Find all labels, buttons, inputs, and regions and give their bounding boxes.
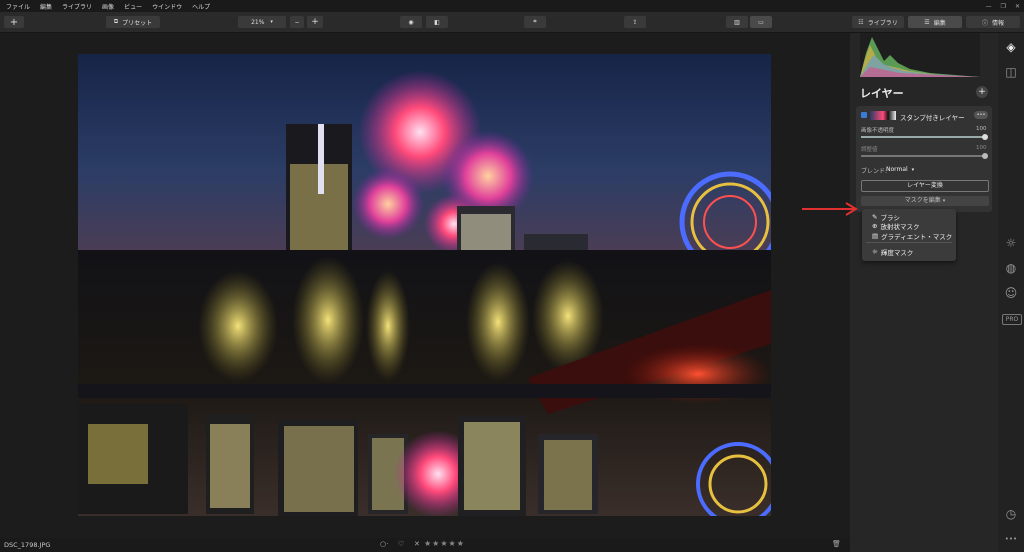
sun-icon: ☼: [872, 248, 878, 256]
menu-item-radial-label: 放射状マスク: [880, 223, 920, 231]
layer-transform-button[interactable]: レイヤー変換: [861, 180, 989, 192]
chevron-down-icon: ▾: [911, 167, 915, 173]
menu-item-luminance-mask[interactable]: ☼ 輝度マスク: [872, 247, 913, 257]
tab-library-label: ライブラリ: [867, 19, 898, 27]
presets-label: プリセット: [122, 19, 153, 27]
tab-library[interactable]: ☷ ライブラリ: [852, 16, 904, 28]
blend-label: ブレンド:: [861, 168, 888, 175]
face-icon[interactable]: ☺: [1003, 286, 1019, 302]
status-bar: DSC_1798.JPG ○· ♡ ✕ ★★★★★ 🗑: [0, 538, 850, 552]
radial-icon: ⊕: [872, 222, 878, 230]
crop-button[interactable]: ⌗: [524, 16, 546, 28]
close-icon[interactable]: ✕: [1015, 3, 1020, 10]
zoom-in-button[interactable]: +: [307, 16, 323, 28]
add-button[interactable]: +: [4, 16, 24, 28]
layers-title: レイヤー: [860, 87, 904, 100]
menu-item-gradient-mask[interactable]: ▤ グラディエント・マスク: [872, 231, 952, 241]
info-icon: ⓘ: [981, 19, 988, 27]
layer-thumbnail: [870, 111, 896, 120]
file-name: DSC_1798.JPG: [4, 541, 51, 549]
compare-icon: ◧: [434, 18, 440, 26]
add-layer-button[interactable]: +: [976, 86, 988, 98]
menu-divider: [866, 242, 952, 243]
library-icon: ☷: [858, 18, 864, 26]
sliders-icon: ☰: [924, 18, 930, 26]
edit-mask-label: マスクを編集: [904, 197, 941, 204]
menu-library[interactable]: ライブラリ: [62, 2, 92, 11]
edit-mask-button[interactable]: マスクを編集 ▾: [861, 196, 989, 206]
window-controls: — ❐ ✕: [986, 0, 1020, 12]
red-arrow-annotation: [802, 202, 858, 216]
menu-view[interactable]: ビュー: [124, 2, 142, 11]
heart-icon[interactable]: ♡: [398, 540, 404, 548]
blend-value: Normal: [886, 166, 908, 173]
crop-icon: ⌗: [533, 18, 537, 25]
opacity-value: 100: [976, 126, 987, 132]
presets-icon: ⧉: [113, 18, 119, 25]
adjust-label: 調整値: [861, 147, 878, 153]
layer-visible-checkbox[interactable]: [861, 112, 867, 118]
opacity-label: 画像不透明度: [861, 128, 895, 134]
tab-edit[interactable]: ☰ 編集: [908, 16, 962, 28]
tab-edit-label: 編集: [933, 19, 946, 27]
menu-image[interactable]: 画像: [102, 2, 114, 11]
layers-icon[interactable]: ◈: [1003, 40, 1019, 56]
single-view-icon: ▭: [758, 18, 764, 26]
more-icon[interactable]: •••: [1003, 535, 1019, 545]
menu-window[interactable]: ウインドウ: [152, 2, 182, 11]
reject-icon[interactable]: ✕: [414, 540, 420, 548]
menu-file[interactable]: ファイル: [6, 2, 30, 11]
sun-icon[interactable]: ☼: [1003, 236, 1019, 252]
blend-select[interactable]: Normal ▾: [886, 166, 914, 173]
menu-item-radial-mask[interactable]: ⊕ 放射状マスク: [872, 221, 919, 231]
opacity-slider[interactable]: [861, 136, 985, 138]
star-rating[interactable]: ★★★★★: [424, 539, 465, 548]
layer-card: スタンプ付きレイヤー ••• 画像不透明度 100 調整値 100 ブレンド: …: [856, 106, 992, 212]
mask-menu: ✎ ブラシ ⊕ 放射状マスク ▤ グラディエント・マスク ☼ 輝度マスク: [862, 209, 956, 261]
menu-edit[interactable]: 編集: [40, 2, 52, 11]
brush-icon: ✎: [872, 213, 878, 221]
share-icon: ⇪: [632, 18, 638, 26]
adjust-slider-handle[interactable]: [982, 153, 988, 159]
chevron-down-icon: ▾: [270, 19, 273, 25]
gradient-icon: ▤: [872, 232, 879, 240]
filmstrip-icon: ▥: [734, 18, 740, 26]
menu-bar: ファイル 編集 ライブラリ 画像 ビュー ウインドウ ヘルプ: [0, 0, 1024, 12]
tool-icon-rail: ◈ ◫ ☼ ◍ ☺ PRO ◷ •••: [998, 33, 1024, 552]
tab-info[interactable]: ⓘ 情報: [966, 16, 1020, 28]
eye-icon: ◉: [408, 18, 414, 26]
toolbar: + ⧉ プリセット 21% ▾ − + ◉ ◧ ⌗ ⇪ ▥ ▭ ☷ ライブラリ …: [0, 12, 1024, 33]
presets-button[interactable]: ⧉ プリセット: [106, 16, 160, 28]
histogram: [860, 33, 980, 77]
color-label-icon[interactable]: ○·: [380, 540, 388, 548]
adjust-slider[interactable]: [861, 155, 985, 157]
presets-panel-icon[interactable]: ◫: [1003, 65, 1019, 81]
minimize-icon[interactable]: —: [986, 3, 992, 10]
chevron-down-icon: ▾: [942, 198, 946, 204]
photo-art: [78, 54, 771, 516]
adjust-value: 100: [976, 145, 987, 151]
share-button[interactable]: ⇪: [624, 16, 646, 28]
menu-item-luminance-label: 輝度マスク: [880, 249, 914, 257]
pro-badge[interactable]: PRO: [1002, 314, 1022, 325]
zoom-value: 21%: [251, 18, 265, 26]
layer-name[interactable]: スタンプ付きレイヤー: [900, 112, 965, 122]
menu-item-gradient-label: グラディエント・マスク: [881, 233, 953, 241]
palette-icon[interactable]: ◍: [1003, 261, 1019, 277]
menu-help[interactable]: ヘルプ: [192, 2, 210, 11]
layer-more-button[interactable]: •••: [974, 111, 988, 119]
single-view-button[interactable]: ▭: [750, 16, 772, 28]
zoom-out-button[interactable]: −: [290, 16, 304, 28]
tab-info-label: 情報: [992, 19, 1005, 27]
opacity-slider-handle[interactable]: [982, 134, 988, 140]
history-icon[interactable]: ◷: [1003, 507, 1019, 523]
photo-preview[interactable]: [78, 54, 771, 516]
compare-button[interactable]: ◧: [426, 16, 448, 28]
zoom-select[interactable]: 21% ▾: [238, 16, 286, 28]
preview-eye-button[interactable]: ◉: [400, 16, 422, 28]
trash-icon[interactable]: 🗑: [832, 540, 841, 548]
restore-icon[interactable]: ❐: [1001, 3, 1006, 10]
filmstrip-button[interactable]: ▥: [726, 16, 748, 28]
